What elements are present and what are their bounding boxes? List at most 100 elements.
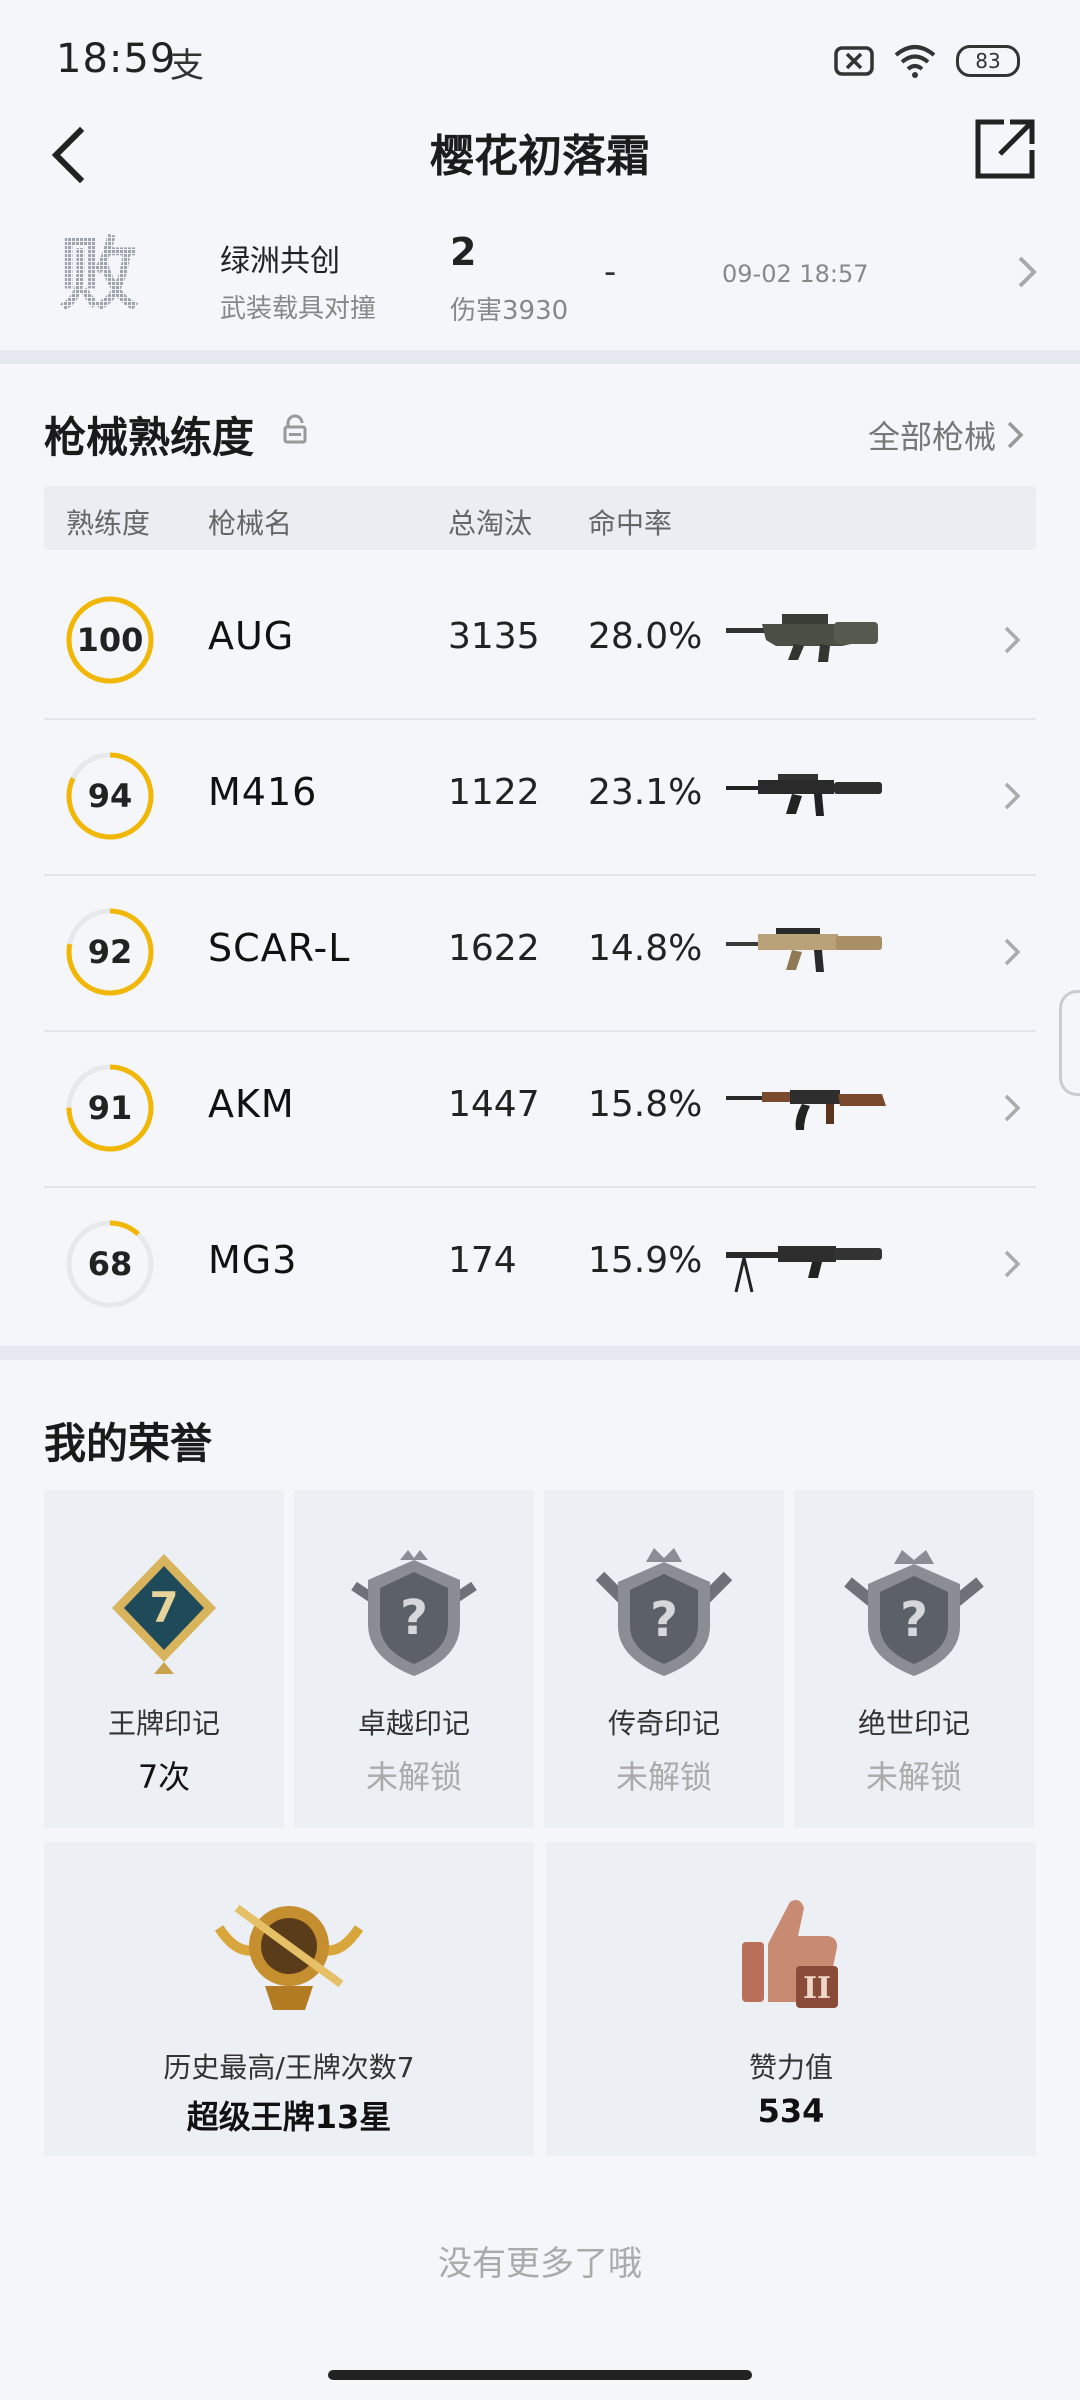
- locked-badge-icon: ?: [595, 1548, 733, 1676]
- weapon-row[interactable]: 92 SCAR-L 1622 14.8%: [44, 874, 1036, 1032]
- lock-icon: [283, 414, 307, 444]
- ace-mark-card[interactable]: 7 王牌印记 7次: [44, 1490, 284, 1828]
- weapon-name: AKM: [208, 1082, 295, 1126]
- share-external-icon: [975, 119, 1035, 179]
- chevron-right-icon: [1004, 938, 1021, 966]
- honor-value: 534: [757, 2092, 825, 2130]
- mg3-machine-gun-icon: [726, 1246, 882, 1293]
- weapon-kills: 1122: [448, 772, 540, 813]
- weapon-hit-rate: 15.9%: [588, 1240, 703, 1281]
- recent-match-row[interactable]: 败 绿洲共创 武装载具对撞 2 伤害3930 - 09-02 18:57: [0, 210, 1080, 350]
- column-header: 枪械名: [208, 507, 293, 540]
- honor-label: 卓越印记: [357, 1707, 470, 1740]
- honor-label: 赞力值: [748, 2051, 833, 2084]
- weapon-name: SCAR-L: [208, 926, 351, 970]
- wifi-icon: [894, 45, 936, 78]
- svg-text:II: II: [803, 1971, 831, 2006]
- match-time: 09-02 18:57: [722, 260, 869, 288]
- weapon-kills: 3135: [448, 616, 540, 657]
- akm-rifle-icon: [726, 1090, 886, 1130]
- all-weapons-link[interactable]: 全部枪械: [868, 412, 1024, 458]
- scar-l-rifle-icon: [726, 928, 882, 972]
- mastery-level: 100: [76, 621, 144, 659]
- status-bar: 18:59 支 83: [0, 0, 1080, 110]
- honor-label: 历史最高/王牌次数7: [163, 2051, 415, 2084]
- weapon-table-header: 熟练度 枪械名 总淘汰 命中率: [44, 486, 1036, 550]
- weapon-hit-rate: 14.8%: [588, 928, 703, 969]
- column-header: 总淘汰: [448, 507, 533, 540]
- battery-icon: 83: [956, 45, 1020, 77]
- weapon-kills: 174: [448, 1240, 517, 1281]
- weapon-hit-rate: 28.0%: [588, 616, 703, 657]
- side-drawer-handle[interactable]: [1059, 990, 1080, 1096]
- chevron-right-icon: [1004, 626, 1021, 654]
- svg-text:7: 7: [149, 1583, 178, 1632]
- mastery-level: 91: [87, 1089, 133, 1127]
- status-icons: 83: [834, 38, 1020, 84]
- thumbs-up-icon: II: [742, 1900, 838, 2008]
- match-mode: 绿洲共创: [220, 244, 340, 279]
- section-divider: [0, 350, 1080, 364]
- column-header: 熟练度: [66, 507, 151, 540]
- weapon-name: M416: [208, 770, 318, 814]
- honor-value: 超级王牌13星: [186, 2098, 392, 2136]
- chevron-right-icon: [1004, 1250, 1021, 1278]
- honor-value: 未解锁: [365, 1758, 462, 1796]
- aug-rifle-icon: [726, 614, 878, 662]
- page-header: 樱花初落霜: [0, 100, 1080, 210]
- match-dash: -: [604, 252, 617, 292]
- all-weapons-label: 全部枪械: [867, 418, 996, 456]
- locked-badge-icon: ?: [844, 1550, 984, 1676]
- locked-badge-icon: ?: [351, 1550, 477, 1676]
- weapon-hit-rate: 23.1%: [588, 772, 703, 813]
- honor-label: 绝世印记: [857, 1707, 970, 1740]
- weapon-row[interactable]: 91 AKM 1447 15.8%: [44, 1030, 1036, 1188]
- weapon-section-title: 枪械熟练度: [44, 413, 255, 462]
- chevron-right-icon: [1018, 256, 1037, 288]
- home-indicator[interactable]: [328, 2370, 752, 2380]
- svg-text:?: ?: [400, 1590, 428, 1646]
- weapon-row[interactable]: 68 MG3 174 15.9%: [44, 1186, 1036, 1342]
- honor-label: 传奇印记: [607, 1707, 720, 1740]
- highest-rank-card[interactable]: 历史最高/王牌次数7 超级王牌13星: [44, 1842, 534, 2156]
- status-app-indicator: 支: [170, 46, 204, 86]
- ace-tier-emblem-icon: [214, 1904, 364, 2010]
- chevron-right-icon: [1004, 782, 1021, 810]
- honors-section-title: 我的荣誉: [44, 1419, 213, 1468]
- weapon-row[interactable]: 100 AUG 3135 28.0%: [44, 562, 1036, 720]
- column-header: 命中率: [588, 507, 673, 540]
- no-more-content-note: 没有更多了哦: [438, 2244, 642, 2284]
- svg-text:败: 败: [59, 230, 139, 320]
- honor-value: 7次: [137, 1758, 191, 1796]
- section-divider: [0, 1346, 1080, 1360]
- weapon-row[interactable]: 94 M416 1122 23.1%: [44, 718, 1036, 876]
- match-rank: 2: [450, 230, 477, 274]
- page-title: 樱花初落霜: [430, 131, 650, 182]
- chevron-right-icon: [1007, 421, 1024, 449]
- honor-value: 未解锁: [865, 1758, 962, 1796]
- weapon-name: AUG: [208, 614, 295, 658]
- likes-card[interactable]: II 赞力值 534: [546, 1842, 1036, 2156]
- weapon-kills: 1622: [448, 928, 540, 969]
- m416-rifle-icon: [726, 774, 882, 816]
- peerless-mark-card[interactable]: ? 绝世印记 未解锁: [794, 1490, 1034, 1828]
- excellence-mark-card[interactable]: ? 卓越印记 未解锁: [294, 1490, 534, 1828]
- ace-mark-badge-icon: 7: [112, 1554, 216, 1674]
- share-button[interactable]: [970, 114, 1040, 184]
- svg-text:?: ?: [650, 1592, 678, 1648]
- status-time: 18:59: [56, 36, 177, 82]
- weapon-name: MG3: [208, 1238, 298, 1282]
- legend-mark-card[interactable]: ? 传奇印记 未解锁: [544, 1490, 784, 1828]
- weapon-hit-rate: 15.8%: [588, 1084, 703, 1125]
- weapon-kills: 1447: [448, 1084, 540, 1125]
- honor-value: 未解锁: [615, 1758, 712, 1796]
- defeat-badge: 败: [59, 230, 139, 320]
- chevron-right-icon: [1004, 1094, 1021, 1122]
- mastery-level: 68: [87, 1245, 133, 1283]
- match-damage: 伤害3930: [450, 296, 569, 326]
- match-submode: 武装载具对撞: [220, 294, 377, 324]
- honor-label: 王牌印记: [107, 1707, 220, 1740]
- sim-off-icon: [834, 46, 874, 76]
- svg-text:?: ?: [900, 1592, 928, 1648]
- mastery-level: 92: [87, 933, 133, 971]
